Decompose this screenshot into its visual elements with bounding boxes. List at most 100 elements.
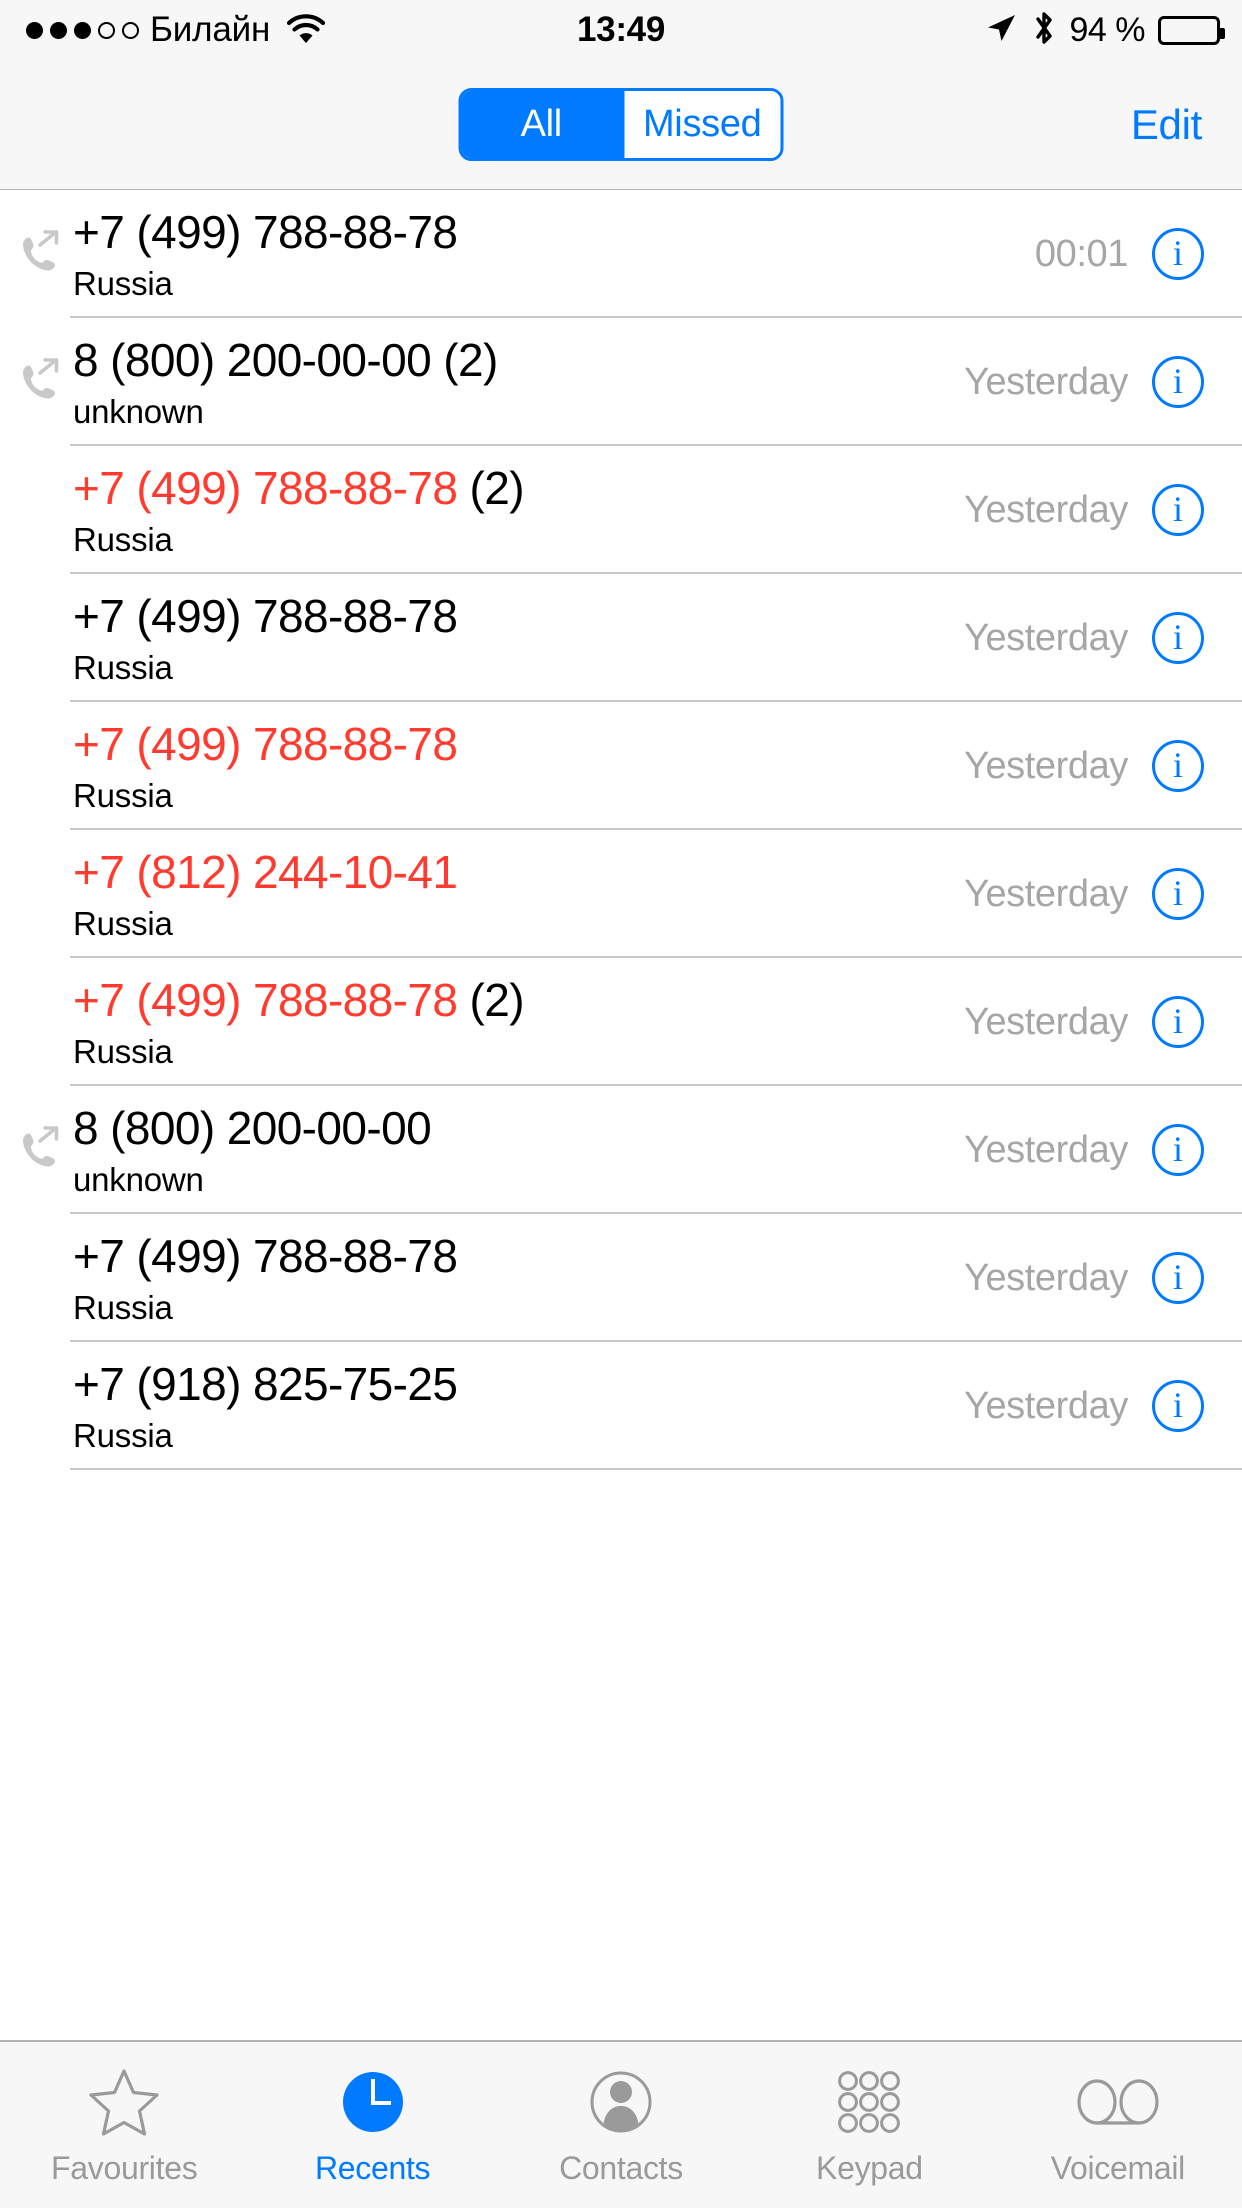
status-bar: Билайн 13:49 94 %	[0, 0, 1242, 60]
call-count-badge: (2)	[457, 974, 524, 1026]
location-arrow-icon	[984, 11, 1018, 50]
info-icon: i	[1172, 745, 1183, 785]
call-row-trailing: 00:01 i	[1035, 228, 1242, 280]
call-number: +7 (499) 788-88-78 (2)	[73, 973, 964, 1027]
call-row-details: +7 (499) 788-88-78 Russia	[70, 717, 964, 815]
call-row[interactable]: +7 (499) 788-88-78 Russia Yesterday i	[0, 574, 1242, 702]
call-timestamp: Yesterday	[963, 1128, 1128, 1171]
call-count-badge: (2)	[457, 462, 524, 514]
call-row-details: +7 (499) 788-88-78 Russia	[70, 589, 964, 687]
call-timestamp: 00:01	[1034, 232, 1128, 275]
call-row-trailing: Yesterday i	[964, 484, 1242, 536]
call-row[interactable]: 8 (800) 200-00-00 unknown Yesterday i	[0, 1086, 1242, 1214]
call-timestamp: Yesterday	[963, 488, 1128, 531]
call-timestamp: Yesterday	[963, 744, 1128, 787]
tab-favourites[interactable]: Favourites	[0, 2042, 248, 2208]
call-row-trailing: Yesterday i	[964, 612, 1242, 664]
call-timestamp: Yesterday	[963, 872, 1128, 915]
signal-strength-dots	[26, 21, 139, 39]
tab-recents[interactable]: Recents	[248, 2042, 496, 2208]
outgoing-call-icon	[0, 1124, 70, 1176]
info-button[interactable]: i	[1152, 612, 1204, 664]
call-timestamp: Yesterday	[963, 1384, 1128, 1427]
call-row-details: +7 (499) 788-88-78 Russia	[70, 1229, 964, 1327]
call-location: Russia	[73, 777, 173, 814]
call-row[interactable]: +7 (499) 788-88-78 (2) Russia Yesterday i	[0, 958, 1242, 1086]
clock-label: 13:49	[576, 10, 666, 49]
signal-dot-5	[122, 21, 139, 39]
call-row-trailing: Yesterday i	[964, 1124, 1242, 1176]
info-button[interactable]: i	[1152, 868, 1204, 920]
call-row[interactable]: +7 (812) 244-10-41 Russia Yesterday i	[0, 830, 1242, 958]
call-row[interactable]: +7 (499) 788-88-78 Russia Yesterday i	[0, 1214, 1242, 1342]
star-icon	[86, 2064, 162, 2140]
segment-all[interactable]: All	[461, 91, 621, 158]
call-number-text: 8 (800) 200-00-00	[73, 334, 432, 386]
info-button[interactable]: i	[1152, 228, 1204, 280]
call-location: Russia	[73, 521, 173, 558]
info-button[interactable]: i	[1152, 1124, 1204, 1176]
tab-contacts[interactable]: Contacts	[497, 2042, 745, 2208]
outgoing-call-icon	[23, 230, 59, 271]
segmented-control[interactable]: All Missed	[458, 88, 784, 161]
recents-call-list[interactable]: +7 (499) 788-88-78 Russia 00:01 i 8 (800) 20…	[0, 190, 1242, 2040]
call-row[interactable]: 8 (800) 200-00-00 (2) unknown Yesterday i	[0, 318, 1242, 446]
call-row-details: +7 (499) 788-88-78 (2) Russia	[70, 461, 964, 559]
call-number: +7 (499) 788-88-78	[73, 205, 1035, 259]
call-timestamp: Yesterday	[963, 1256, 1128, 1299]
tab-label: Contacts	[559, 2150, 683, 2186]
phone-app-screen: Билайн 13:49 94 % All Missed Edit +7 (49…	[0, 0, 1242, 2208]
info-button[interactable]: i	[1152, 996, 1204, 1048]
call-timestamp: Yesterday	[963, 616, 1128, 659]
call-location: Russia	[73, 1033, 173, 1070]
info-button[interactable]: i	[1152, 484, 1204, 536]
call-row[interactable]: +7 (918) 825-75-25 Russia Yesterday i	[0, 1342, 1242, 1470]
call-row-details: 8 (800) 200-00-00 (2) unknown	[70, 333, 964, 431]
bluetooth-icon	[1031, 10, 1057, 51]
call-row-details: +7 (812) 244-10-41 Russia	[70, 845, 964, 943]
info-button[interactable]: i	[1152, 1380, 1204, 1432]
info-icon: i	[1172, 1001, 1183, 1041]
tab-keypad[interactable]: Keypad	[745, 2042, 993, 2208]
call-number: +7 (812) 244-10-41	[73, 845, 964, 899]
segment-missed[interactable]: Missed	[621, 91, 781, 158]
call-row[interactable]: +7 (499) 788-88-78 Russia 00:01 i	[0, 190, 1242, 318]
tab-bar[interactable]: Favourites Recents Contacts Keypad Voicemail	[0, 2040, 1242, 2208]
keypad-icon	[831, 2064, 907, 2140]
call-row-details: +7 (499) 788-88-78 (2) Russia	[70, 973, 964, 1071]
battery-percent-label: 94 %	[1069, 10, 1146, 49]
info-icon: i	[1172, 1257, 1183, 1297]
signal-dot-1	[26, 21, 43, 39]
call-number-text: +7 (499) 788-88-78	[73, 1230, 458, 1282]
info-button[interactable]: i	[1152, 356, 1204, 408]
call-location: unknown	[73, 393, 204, 430]
call-location: Russia	[73, 905, 173, 942]
call-row-trailing: Yesterday i	[964, 1252, 1242, 1304]
outgoing-call-icon	[0, 356, 70, 408]
call-number: 8 (800) 200-00-00 (2)	[73, 333, 964, 387]
tab-voicemail[interactable]: Voicemail	[994, 2042, 1242, 2208]
carrier-label: Билайн	[150, 10, 271, 49]
call-row-trailing: Yesterday i	[964, 356, 1242, 408]
signal-dot-4	[98, 21, 115, 39]
status-bar-right: 94 %	[984, 10, 1225, 51]
wifi-icon	[286, 14, 326, 46]
call-number-text: +7 (918) 825-75-25	[73, 1358, 458, 1410]
info-button[interactable]: i	[1152, 740, 1204, 792]
outgoing-call-icon	[0, 228, 70, 280]
call-location: Russia	[73, 649, 173, 686]
call-number-text: 8 (800) 200-00-00	[73, 1102, 432, 1154]
edit-button[interactable]: Edit	[1131, 101, 1202, 149]
outgoing-call-icon	[23, 358, 59, 399]
call-location: Russia	[73, 265, 173, 302]
info-icon: i	[1172, 617, 1183, 657]
call-row[interactable]: +7 (499) 788-88-78 Russia Yesterday i	[0, 702, 1242, 830]
info-button[interactable]: i	[1152, 1252, 1204, 1304]
call-timestamp: Yesterday	[963, 360, 1128, 403]
call-number-missed: +7 (499) 788-88-78	[73, 974, 458, 1026]
call-row[interactable]: +7 (499) 788-88-78 (2) Russia Yesterday i	[0, 446, 1242, 574]
info-icon: i	[1172, 361, 1183, 401]
info-icon: i	[1172, 1385, 1183, 1425]
call-number-missed: +7 (812) 244-10-41	[73, 846, 458, 898]
tab-label: Favourites	[51, 2150, 198, 2186]
